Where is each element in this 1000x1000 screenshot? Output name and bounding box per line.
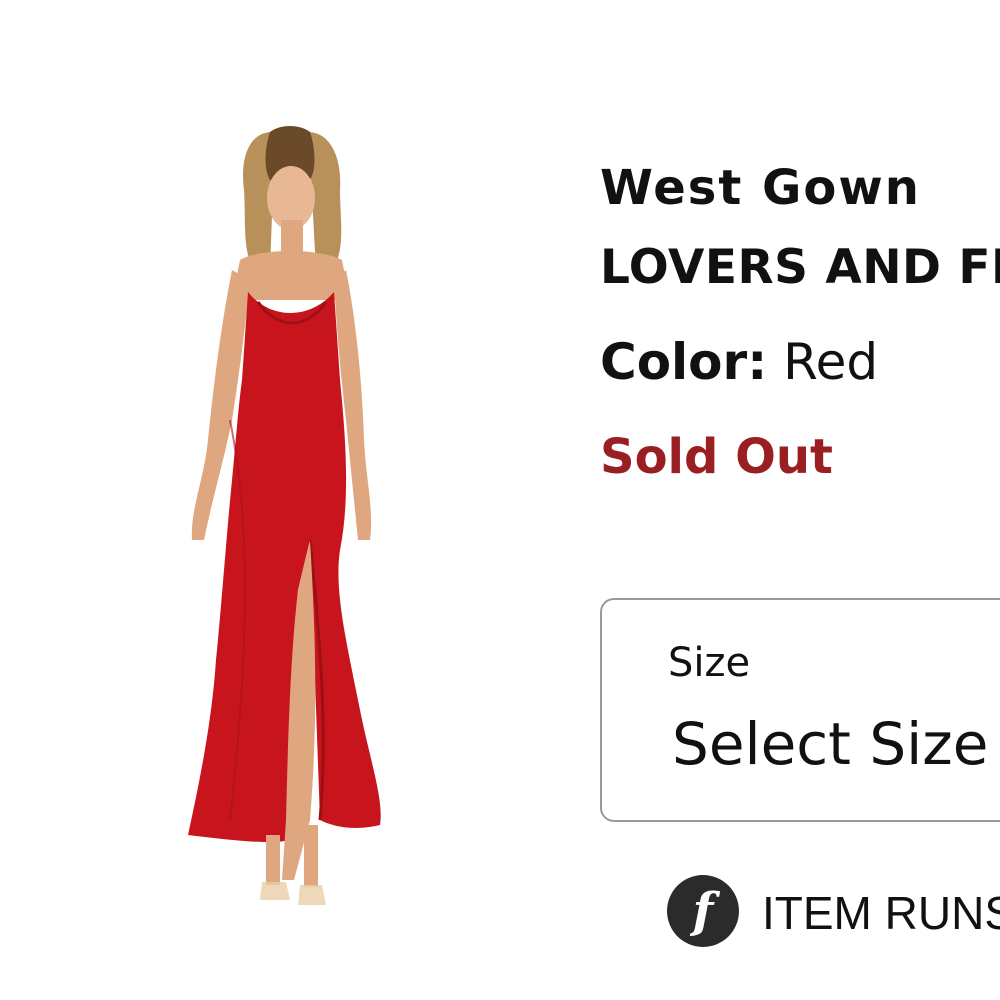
stock-status: Sold Out: [600, 429, 833, 485]
fit-text: ITEM RUNS: [762, 887, 1000, 939]
size-selector-label: Size: [668, 640, 751, 686]
color-value: Red: [783, 333, 879, 391]
size-selector-value[interactable]: Select Size: [672, 710, 988, 778]
size-selector[interactable]: Size Select Size: [600, 598, 1000, 822]
product-image: [170, 120, 410, 930]
product-title: West Gown: [600, 160, 921, 216]
f-logo-icon: f: [667, 875, 739, 947]
model-in-red-gown-illustration: [188, 126, 381, 905]
product-brand[interactable]: LOVERS AND FRIENDS: [600, 238, 1000, 298]
color-label: Color:: [600, 333, 768, 391]
color-info: Color: Red: [600, 330, 878, 394]
